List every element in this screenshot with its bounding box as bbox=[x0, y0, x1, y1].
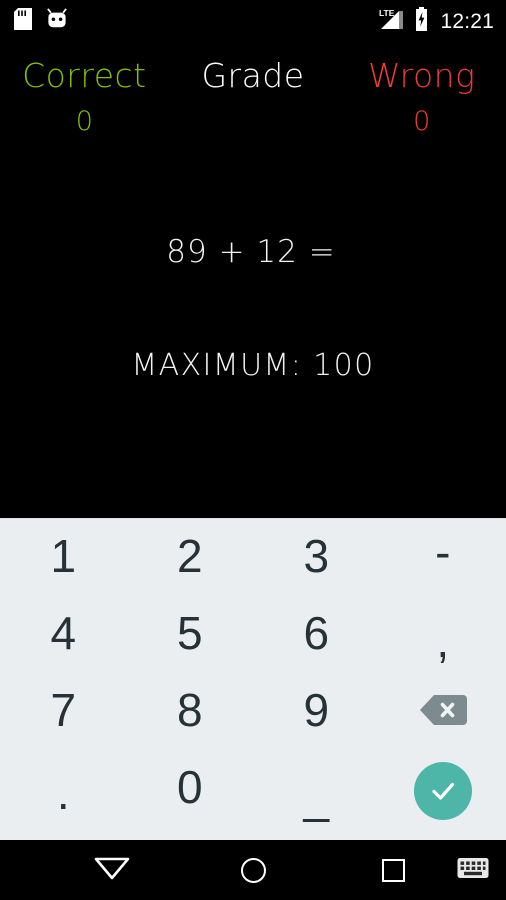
key-0[interactable]: 0 bbox=[127, 750, 254, 827]
key-comma[interactable]: , bbox=[380, 596, 506, 673]
nav-home-button[interactable] bbox=[219, 840, 287, 900]
key-6[interactable]: 6 bbox=[253, 596, 380, 673]
score-column-grade: Grade bbox=[169, 52, 338, 144]
maximum-label: MAXIMUM: 100 bbox=[131, 348, 375, 383]
key-period-label: . bbox=[56, 766, 70, 819]
key-3[interactable]: 3 bbox=[253, 519, 380, 596]
score-column-correct: Correct 0 bbox=[0, 52, 169, 144]
phone-screen: LTE 12:21 Correct 0 Grade Wrong 0 89 + 1… bbox=[0, 0, 506, 900]
key-8-label: 8 bbox=[176, 683, 203, 736]
system-navigation-bar bbox=[0, 840, 506, 900]
svg-text:LTE: LTE bbox=[379, 8, 395, 18]
key-9[interactable]: 9 bbox=[253, 673, 380, 750]
key-7[interactable]: 7 bbox=[0, 673, 127, 750]
keyboard-row: . 0 _ bbox=[0, 750, 506, 827]
correct-value: 0 bbox=[75, 106, 93, 137]
key-enter[interactable] bbox=[380, 750, 506, 827]
wrong-value: 0 bbox=[413, 106, 431, 137]
nav-back-button[interactable] bbox=[78, 840, 146, 900]
backspace-icon bbox=[419, 693, 467, 727]
question-row[interactable]: 89 + 12 = bbox=[0, 234, 506, 270]
key-4-label: 4 bbox=[50, 606, 77, 659]
key-5[interactable]: 5 bbox=[127, 596, 254, 673]
keyboard-row: 1 2 3 - bbox=[0, 519, 506, 596]
status-bar-right-icons: LTE 12:21 bbox=[377, 0, 494, 42]
home-circle-icon bbox=[240, 857, 266, 883]
key-7-label: 7 bbox=[50, 683, 77, 736]
correct-label: Correct bbox=[22, 56, 147, 95]
question-text: 89 + 12 = bbox=[166, 234, 336, 270]
status-bar-clock: 12:21 bbox=[440, 9, 494, 33]
key-backspace[interactable] bbox=[380, 673, 506, 750]
keyboard-switcher-icon bbox=[457, 856, 489, 884]
sd-card-icon bbox=[14, 8, 32, 34]
enter-check-icon bbox=[413, 761, 472, 820]
recents-square-icon bbox=[381, 858, 405, 882]
key-8[interactable]: 8 bbox=[127, 673, 254, 750]
numeric-keyboard[interactable]: 1 2 3 - 4 5 6 , 7 8 9 . 0 _ bbox=[0, 518, 506, 840]
key-5-label: 5 bbox=[176, 606, 203, 659]
nav-recents-button[interactable] bbox=[359, 840, 427, 900]
key-3-label: 3 bbox=[303, 529, 330, 582]
grade-label: Grade bbox=[201, 56, 305, 95]
app-content-area: Correct 0 Grade Wrong 0 89 + 12 = MAXIMU… bbox=[0, 42, 506, 518]
android-marshmallow-icon bbox=[46, 8, 68, 34]
key-4[interactable]: 4 bbox=[0, 596, 127, 673]
key-space-label: _ bbox=[303, 770, 330, 823]
key-2-label: 2 bbox=[176, 529, 203, 582]
key-9-label: 9 bbox=[303, 683, 330, 736]
key-comma-label: , bbox=[436, 614, 450, 667]
wrong-label: Wrong bbox=[367, 56, 476, 95]
battery-charging-icon bbox=[414, 7, 429, 35]
scoreboard: Correct 0 Grade Wrong 0 bbox=[0, 52, 506, 144]
status-bar-left-icons bbox=[14, 0, 68, 42]
back-triangle-icon bbox=[93, 855, 131, 885]
key-1[interactable]: 1 bbox=[0, 519, 127, 596]
key-1-label: 1 bbox=[50, 529, 77, 582]
key-0-label: 0 bbox=[176, 760, 203, 813]
nav-keyboard-switch-button[interactable] bbox=[445, 840, 501, 900]
key-minus[interactable]: - bbox=[380, 519, 506, 596]
keyboard-row: 7 8 9 bbox=[0, 673, 506, 750]
key-space[interactable]: _ bbox=[253, 750, 380, 827]
keyboard-row: 4 5 6 , bbox=[0, 596, 506, 673]
key-6-label: 6 bbox=[303, 606, 330, 659]
key-2[interactable]: 2 bbox=[127, 519, 254, 596]
key-minus-label: - bbox=[435, 525, 451, 578]
status-bar: LTE 12:21 bbox=[0, 0, 506, 42]
key-period[interactable]: . bbox=[0, 750, 127, 827]
lte-signal-icon: LTE bbox=[377, 7, 405, 35]
score-column-wrong: Wrong 0 bbox=[337, 52, 506, 144]
